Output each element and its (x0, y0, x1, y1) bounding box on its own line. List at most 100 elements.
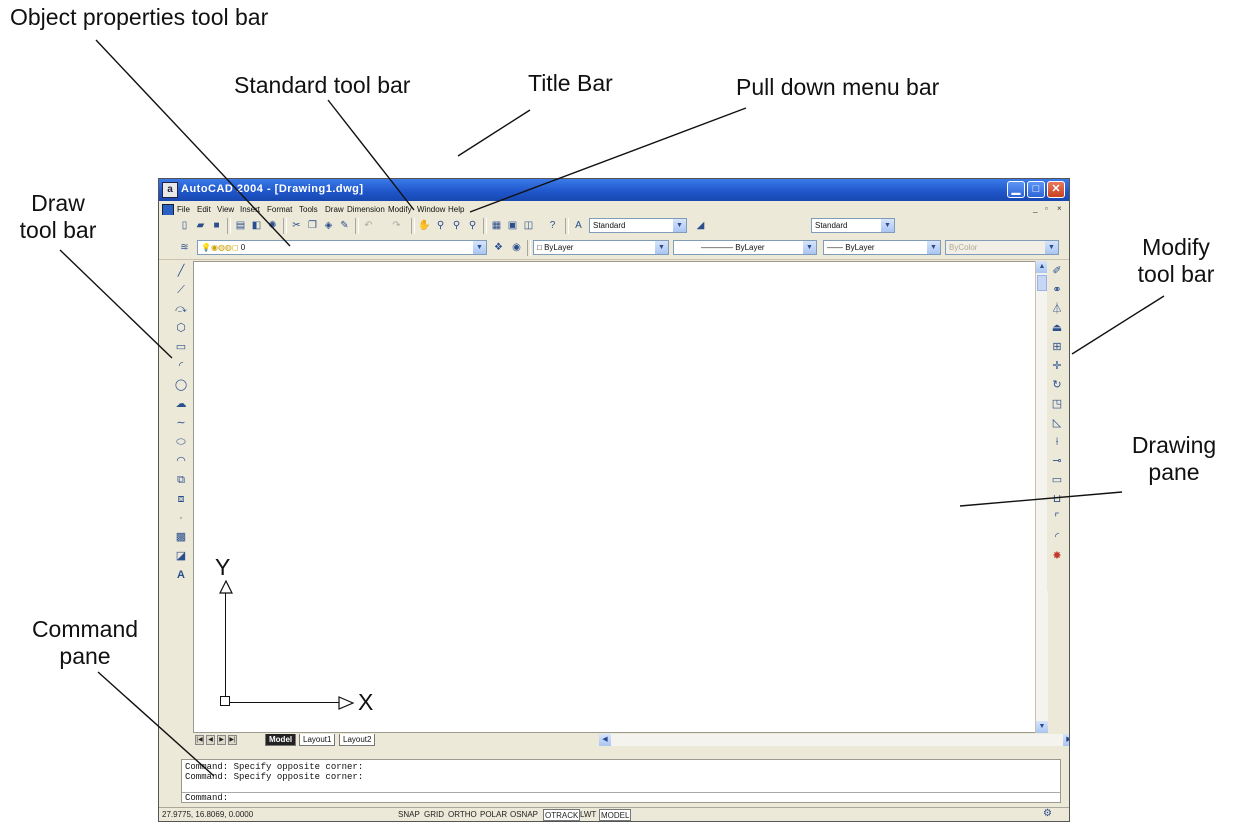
paste-icon[interactable]: ◈ (321, 218, 336, 233)
close-button[interactable]: ✕ (1047, 181, 1065, 198)
region-icon[interactable]: ◪ (172, 548, 190, 565)
next-tab-icon[interactable]: ▶ (217, 735, 226, 745)
otrack-button[interactable]: OTRACK (543, 809, 581, 821)
match-properties-icon[interactable]: ✎ (337, 218, 352, 233)
help-icon[interactable]: ? (545, 218, 560, 233)
zoom-window-icon[interactable]: ⚲ (449, 218, 464, 233)
arc-icon[interactable]: ◜ (172, 358, 190, 375)
make-current-layer-icon[interactable]: ❖ (491, 240, 506, 255)
menu-modify[interactable]: Modify (388, 205, 412, 214)
stretch-icon[interactable]: ◺ (1049, 415, 1065, 432)
circle-icon[interactable]: ◯ (172, 377, 190, 394)
tab-layout2[interactable]: Layout2 (339, 734, 376, 746)
design-center-icon[interactable]: ▣ (505, 218, 520, 233)
drawing-pane[interactable]: Y X (193, 261, 1045, 733)
text-style-icon[interactable]: A (571, 218, 586, 233)
layer-dropdown[interactable]: 💡◉◍◍◻ 0 ▼ (197, 240, 487, 255)
rectangle-icon[interactable]: ▭ (172, 339, 190, 356)
mirror-icon[interactable]: ⏃ (1049, 301, 1065, 318)
text-style-dropdown[interactable]: Standard ▼ (589, 218, 687, 233)
insert-block-icon[interactable]: ⧉ (172, 472, 190, 489)
line-icon[interactable]: ╱ (172, 263, 190, 280)
point-icon[interactable]: · (172, 510, 190, 527)
rotate-icon[interactable]: ↻ (1049, 377, 1065, 394)
cut-icon[interactable]: ✂ (289, 218, 304, 233)
properties-icon[interactable]: ▦ (489, 218, 504, 233)
zoom-realtime-icon[interactable]: ⚲ (433, 218, 448, 233)
copy-icon[interactable]: ⚭ (1049, 282, 1065, 299)
scroll-left-icon[interactable]: ◀ (599, 734, 611, 746)
menu-file[interactable]: File (177, 205, 190, 214)
trim-icon[interactable]: ⟊ (1049, 434, 1065, 451)
color-dropdown[interactable]: □ ByLayer ▼ (533, 240, 669, 255)
publish-icon[interactable]: ✺ (265, 218, 280, 233)
dim-style-dropdown[interactable]: Standard ▼ (811, 218, 895, 233)
polyline-icon[interactable]: ⤼ (172, 301, 190, 318)
menu-insert[interactable]: Insert (240, 205, 260, 214)
snap-button[interactable]: SNAP (397, 809, 421, 821)
lwt-button[interactable]: LWT (579, 809, 597, 821)
menu-edit[interactable]: Edit (197, 205, 211, 214)
erase-icon[interactable]: ✐ (1049, 263, 1065, 280)
save-icon[interactable]: ■ (209, 218, 224, 233)
layer-manager-icon[interactable]: ≋ (177, 240, 192, 255)
hatch-icon[interactable]: ▩ (172, 529, 190, 546)
menu-format[interactable]: Format (267, 205, 292, 214)
scroll-down-icon[interactable]: ▼ (1036, 721, 1048, 733)
scroll-thumb[interactable] (1037, 275, 1047, 291)
prev-tab-icon[interactable]: ◀ (206, 735, 215, 745)
ellipse-icon[interactable]: ⬭ (172, 434, 190, 451)
polygon-icon[interactable]: ⬡ (172, 320, 190, 337)
explode-icon[interactable]: ✸ (1049, 548, 1065, 565)
doc-restore-icon[interactable]: ▫ (1045, 204, 1048, 213)
tab-model[interactable]: Model (265, 734, 297, 746)
tray-settings-icon[interactable]: ⚙ (1043, 808, 1052, 819)
new-icon[interactable]: ▯ (177, 218, 192, 233)
scale-icon[interactable]: ◳ (1049, 396, 1065, 413)
tool-palettes-icon[interactable]: ◫ (521, 218, 536, 233)
maximize-button[interactable]: □ (1027, 181, 1045, 198)
doc-minimize-icon[interactable]: _ (1033, 204, 1037, 213)
linetype-dropdown[interactable]: ———— ByLayer ▼ (673, 240, 817, 255)
ortho-button[interactable]: ORTHO (447, 809, 478, 821)
last-tab-icon[interactable]: ▶| (228, 735, 237, 745)
array-icon[interactable]: ⊞ (1049, 339, 1065, 356)
multiline-text-icon[interactable]: A (172, 567, 190, 584)
menu-window[interactable]: Window (417, 205, 445, 214)
dim-style-icon[interactable]: ◢ (693, 218, 708, 233)
copy-clip-icon[interactable]: ❐ (305, 218, 320, 233)
zoom-previous-icon[interactable]: ⚲ (465, 218, 480, 233)
offset-icon[interactable]: ⏏ (1049, 320, 1065, 337)
menu-draw[interactable]: Draw (325, 205, 344, 214)
horizontal-scrollbar[interactable]: ◀ ▶ (599, 734, 1069, 746)
lineweight-dropdown[interactable]: —— ByLayer ▼ (823, 240, 941, 255)
chamfer-icon[interactable]: ⌜ (1049, 510, 1065, 527)
construction-line-icon[interactable]: ⟋ (172, 282, 190, 299)
menu-help[interactable]: Help (448, 205, 464, 214)
tab-layout1[interactable]: Layout1 (299, 734, 336, 746)
menu-dimension[interactable]: Dimension (347, 205, 385, 214)
fillet-icon[interactable]: ◜ (1049, 529, 1065, 546)
ellipse-arc-icon[interactable]: ◠ (172, 453, 190, 470)
model-button[interactable]: MODEL (599, 809, 632, 821)
doc-close-icon[interactable]: × (1057, 204, 1062, 213)
move-icon[interactable]: ✛ (1049, 358, 1065, 375)
first-tab-icon[interactable]: |◀ (195, 735, 204, 745)
layer-previous-icon[interactable]: ◉ (509, 240, 524, 255)
plot-style-dropdown[interactable]: ByColor ▼ (945, 240, 1059, 255)
plot-icon[interactable]: ▤ (233, 218, 248, 233)
command-pane[interactable]: Command: Specify opposite corner: Comman… (181, 759, 1061, 803)
osnap-button[interactable]: OSNAP (509, 809, 539, 821)
minimize-button[interactable]: ▁ (1007, 181, 1025, 198)
make-block-icon[interactable]: ⧈ (172, 491, 190, 508)
menu-tools[interactable]: Tools (299, 205, 318, 214)
pan-icon[interactable]: ✋ (417, 218, 432, 233)
polar-button[interactable]: POLAR (479, 809, 508, 821)
plot-preview-icon[interactable]: ◧ (249, 218, 264, 233)
spline-icon[interactable]: ∼ (172, 415, 190, 432)
join-icon[interactable]: ⊔ (1049, 491, 1065, 508)
command-input[interactable]: Command: (182, 792, 1060, 803)
open-icon[interactable]: ▰ (193, 218, 208, 233)
redo-icon[interactable]: ↷ (389, 218, 404, 233)
extend-icon[interactable]: ⊸ (1049, 453, 1065, 470)
